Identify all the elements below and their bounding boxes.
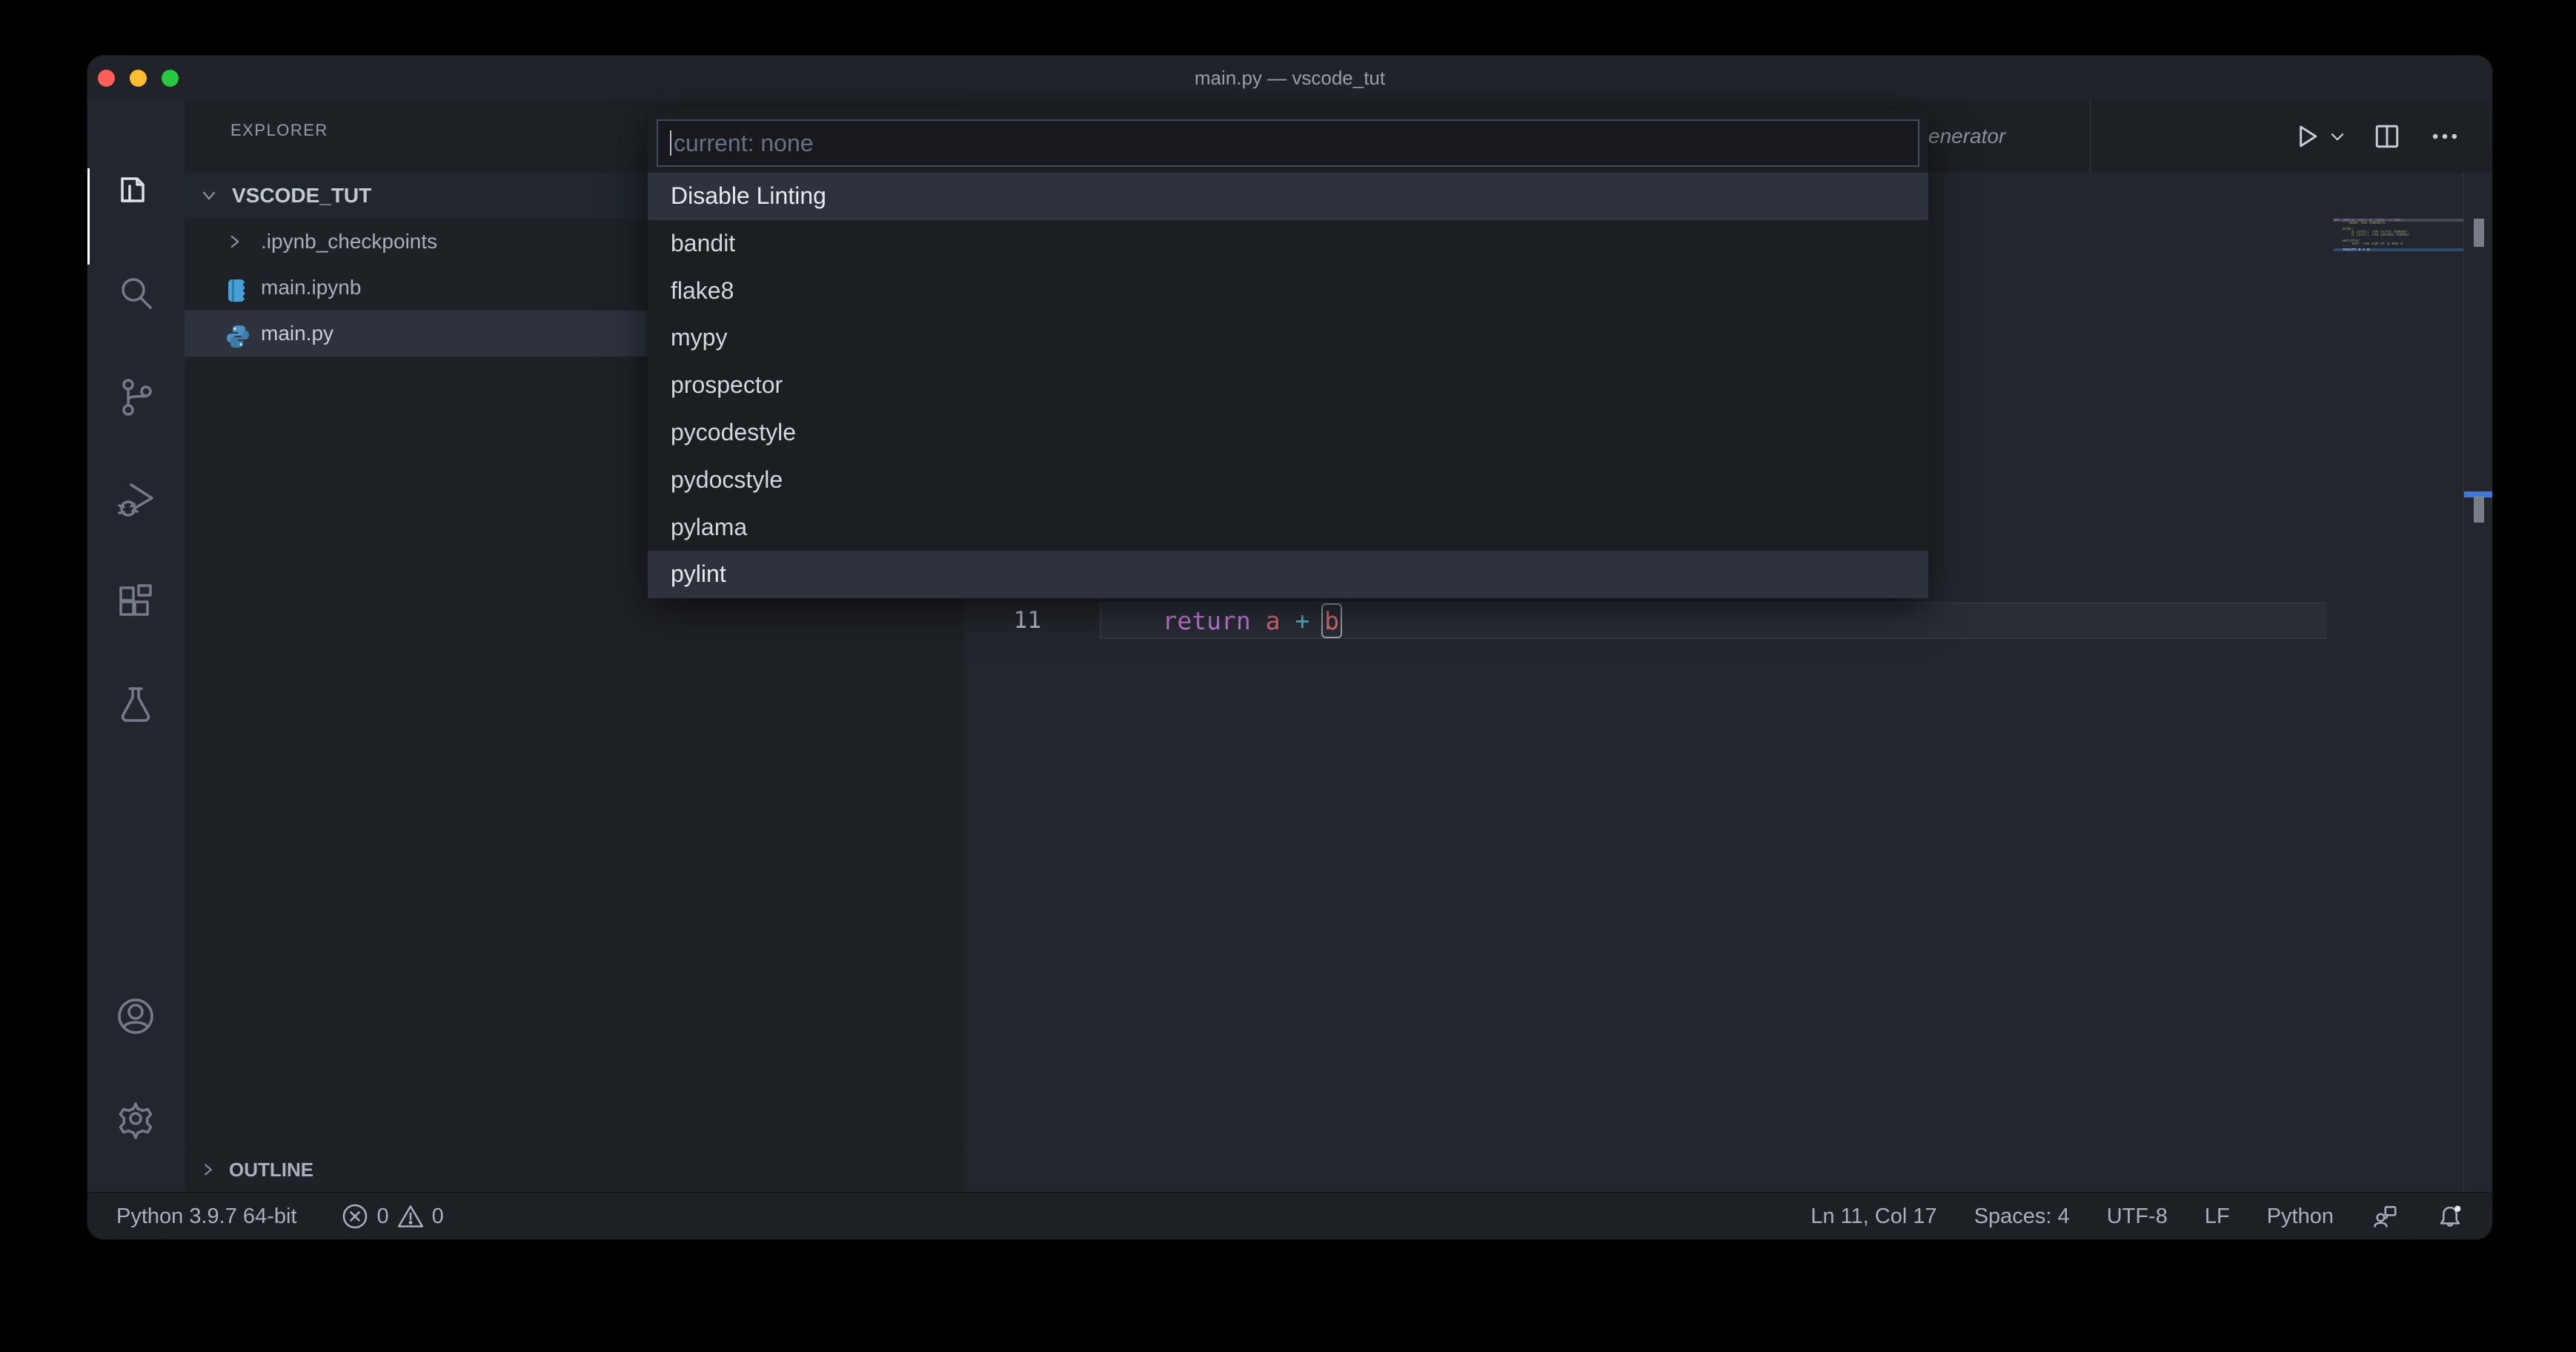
- python-interpreter-status[interactable]: Python 3.9.7 64-bit: [116, 1204, 296, 1229]
- status-bar: Python 3.9.7 64-bit 0 0 Ln 11, Col 17 Sp…: [87, 1192, 2492, 1239]
- code-indent: [1103, 606, 1162, 635]
- folder-label: .ipynb_checkpoints: [261, 219, 437, 265]
- run-debug-icon[interactable]: [112, 476, 159, 523]
- eol-label: LF: [2205, 1204, 2230, 1229]
- feedback-button[interactable]: [2371, 1202, 2399, 1230]
- tab-divider: [2090, 100, 2091, 173]
- minimap-line-current: return a + b: [2334, 248, 2463, 251]
- error-icon: [341, 1202, 369, 1230]
- run-python-file-button[interactable]: [2290, 120, 2323, 153]
- encoding-label: UTF-8: [2107, 1204, 2168, 1229]
- file-label: main.py: [261, 311, 333, 357]
- language-label: Python: [2267, 1204, 2334, 1229]
- chevron-down-icon: [199, 173, 221, 219]
- quickpick-dropdown: current: none Disable Linting bandit fla…: [648, 110, 1928, 598]
- run-dropdown-chevron-icon[interactable]: [2325, 120, 2350, 153]
- notifications-button[interactable]: [2436, 1202, 2464, 1230]
- feedback-icon: [2371, 1202, 2399, 1230]
- encoding-status[interactable]: UTF-8: [2107, 1204, 2168, 1229]
- eol-status[interactable]: LF: [2205, 1204, 2230, 1229]
- warning-icon: [396, 1202, 425, 1230]
- space-token: [1309, 606, 1324, 635]
- indentation-status[interactable]: Spaces: 4: [1974, 1204, 2070, 1229]
- activity-bar: [87, 100, 185, 1192]
- minimap-lines: def add(a: int, b: int) -> int: """Adds …: [2334, 219, 2463, 251]
- word-highlight-marker: [2474, 219, 2484, 247]
- language-mode-status[interactable]: Python: [2267, 1204, 2334, 1229]
- screenshot-canvas: main.py — vscode_tut: [0, 0, 2576, 1352]
- explorer-icon[interactable]: [112, 168, 159, 216]
- python-version-label: Python 3.9.7 64-bit: [116, 1204, 296, 1229]
- file-label: main.ipynb: [261, 265, 361, 311]
- variable-token-a: a: [1266, 606, 1281, 635]
- quickpick-item[interactable]: pydocstyle: [648, 457, 1928, 504]
- extensions-icon[interactable]: [112, 580, 159, 627]
- root-folder-label: VSCODE_TUT: [232, 173, 371, 219]
- chevron-right-icon: [199, 1147, 221, 1193]
- space-token: [1251, 606, 1266, 635]
- spaces-label: Spaces: 4: [1974, 1204, 2070, 1229]
- operator-token: +: [1295, 606, 1309, 635]
- quickpick-item[interactable]: bandit: [648, 220, 1928, 268]
- titlebar: main.py — vscode_tut: [87, 56, 2492, 101]
- account-icon[interactable]: [112, 993, 159, 1040]
- line-col-label: Ln 11, Col 17: [1810, 1204, 1936, 1229]
- source-control-icon[interactable]: [112, 374, 159, 421]
- window-title: main.py — vscode_tut: [87, 56, 2492, 100]
- line-number: 11: [964, 603, 1041, 639]
- chevron-right-icon: [225, 219, 247, 265]
- quickpick-item[interactable]: pylama: [648, 504, 1928, 551]
- quickpick-list: Disable Linting bandit flake8 mypy prosp…: [648, 173, 1928, 598]
- notebook-file-icon: [225, 274, 251, 301]
- word-highlight-marker: [2474, 497, 2484, 523]
- more-actions-button[interactable]: [2429, 120, 2461, 153]
- split-editor-button[interactable]: [2371, 120, 2403, 153]
- quickpick-item[interactable]: pycodestyle: [648, 409, 1928, 457]
- search-icon[interactable]: [112, 271, 159, 318]
- active-view-indicator: [87, 168, 90, 265]
- overview-ruler[interactable]: [2463, 173, 2492, 1192]
- vscode-window: main.py — vscode_tut: [87, 56, 2492, 1239]
- quickpick-item[interactable]: prospector: [648, 362, 1928, 409]
- sidebar-title: EXPLORER: [230, 121, 328, 140]
- settings-gear-icon[interactable]: [112, 1095, 159, 1142]
- warning-count: 0: [432, 1204, 444, 1229]
- bell-icon: [2436, 1202, 2464, 1230]
- minimap[interactable]: def add(a: int, b: int) -> int: """Adds …: [2327, 173, 2463, 1192]
- outline-label: OUTLINE: [229, 1147, 313, 1193]
- variable-token-b-cursor: b: [1324, 606, 1339, 635]
- space-token: [1280, 606, 1295, 635]
- testing-icon[interactable]: [112, 681, 159, 729]
- preview-tab-label[interactable]: enerator: [1928, 100, 2005, 173]
- error-count: 0: [376, 1204, 388, 1229]
- quickpick-placeholder: current: none: [674, 121, 814, 165]
- quickpick-item[interactable]: mypy: [648, 314, 1928, 362]
- problems-status[interactable]: 0 0: [341, 1202, 443, 1230]
- python-file-icon: [225, 320, 251, 347]
- quickpick-item[interactable]: pylint: [648, 551, 1928, 598]
- keyword-token: return: [1162, 606, 1250, 635]
- quickpick-item[interactable]: Disable Linting: [648, 173, 1928, 220]
- quickpick-input[interactable]: current: none: [657, 119, 1919, 167]
- quickpick-item[interactable]: flake8: [648, 268, 1928, 315]
- cursor-position-status[interactable]: Ln 11, Col 17: [1810, 1204, 1936, 1229]
- text-cursor: [670, 130, 671, 156]
- outline-section-header[interactable]: OUTLINE: [185, 1147, 964, 1193]
- code-line: return a + b: [1103, 603, 1339, 639]
